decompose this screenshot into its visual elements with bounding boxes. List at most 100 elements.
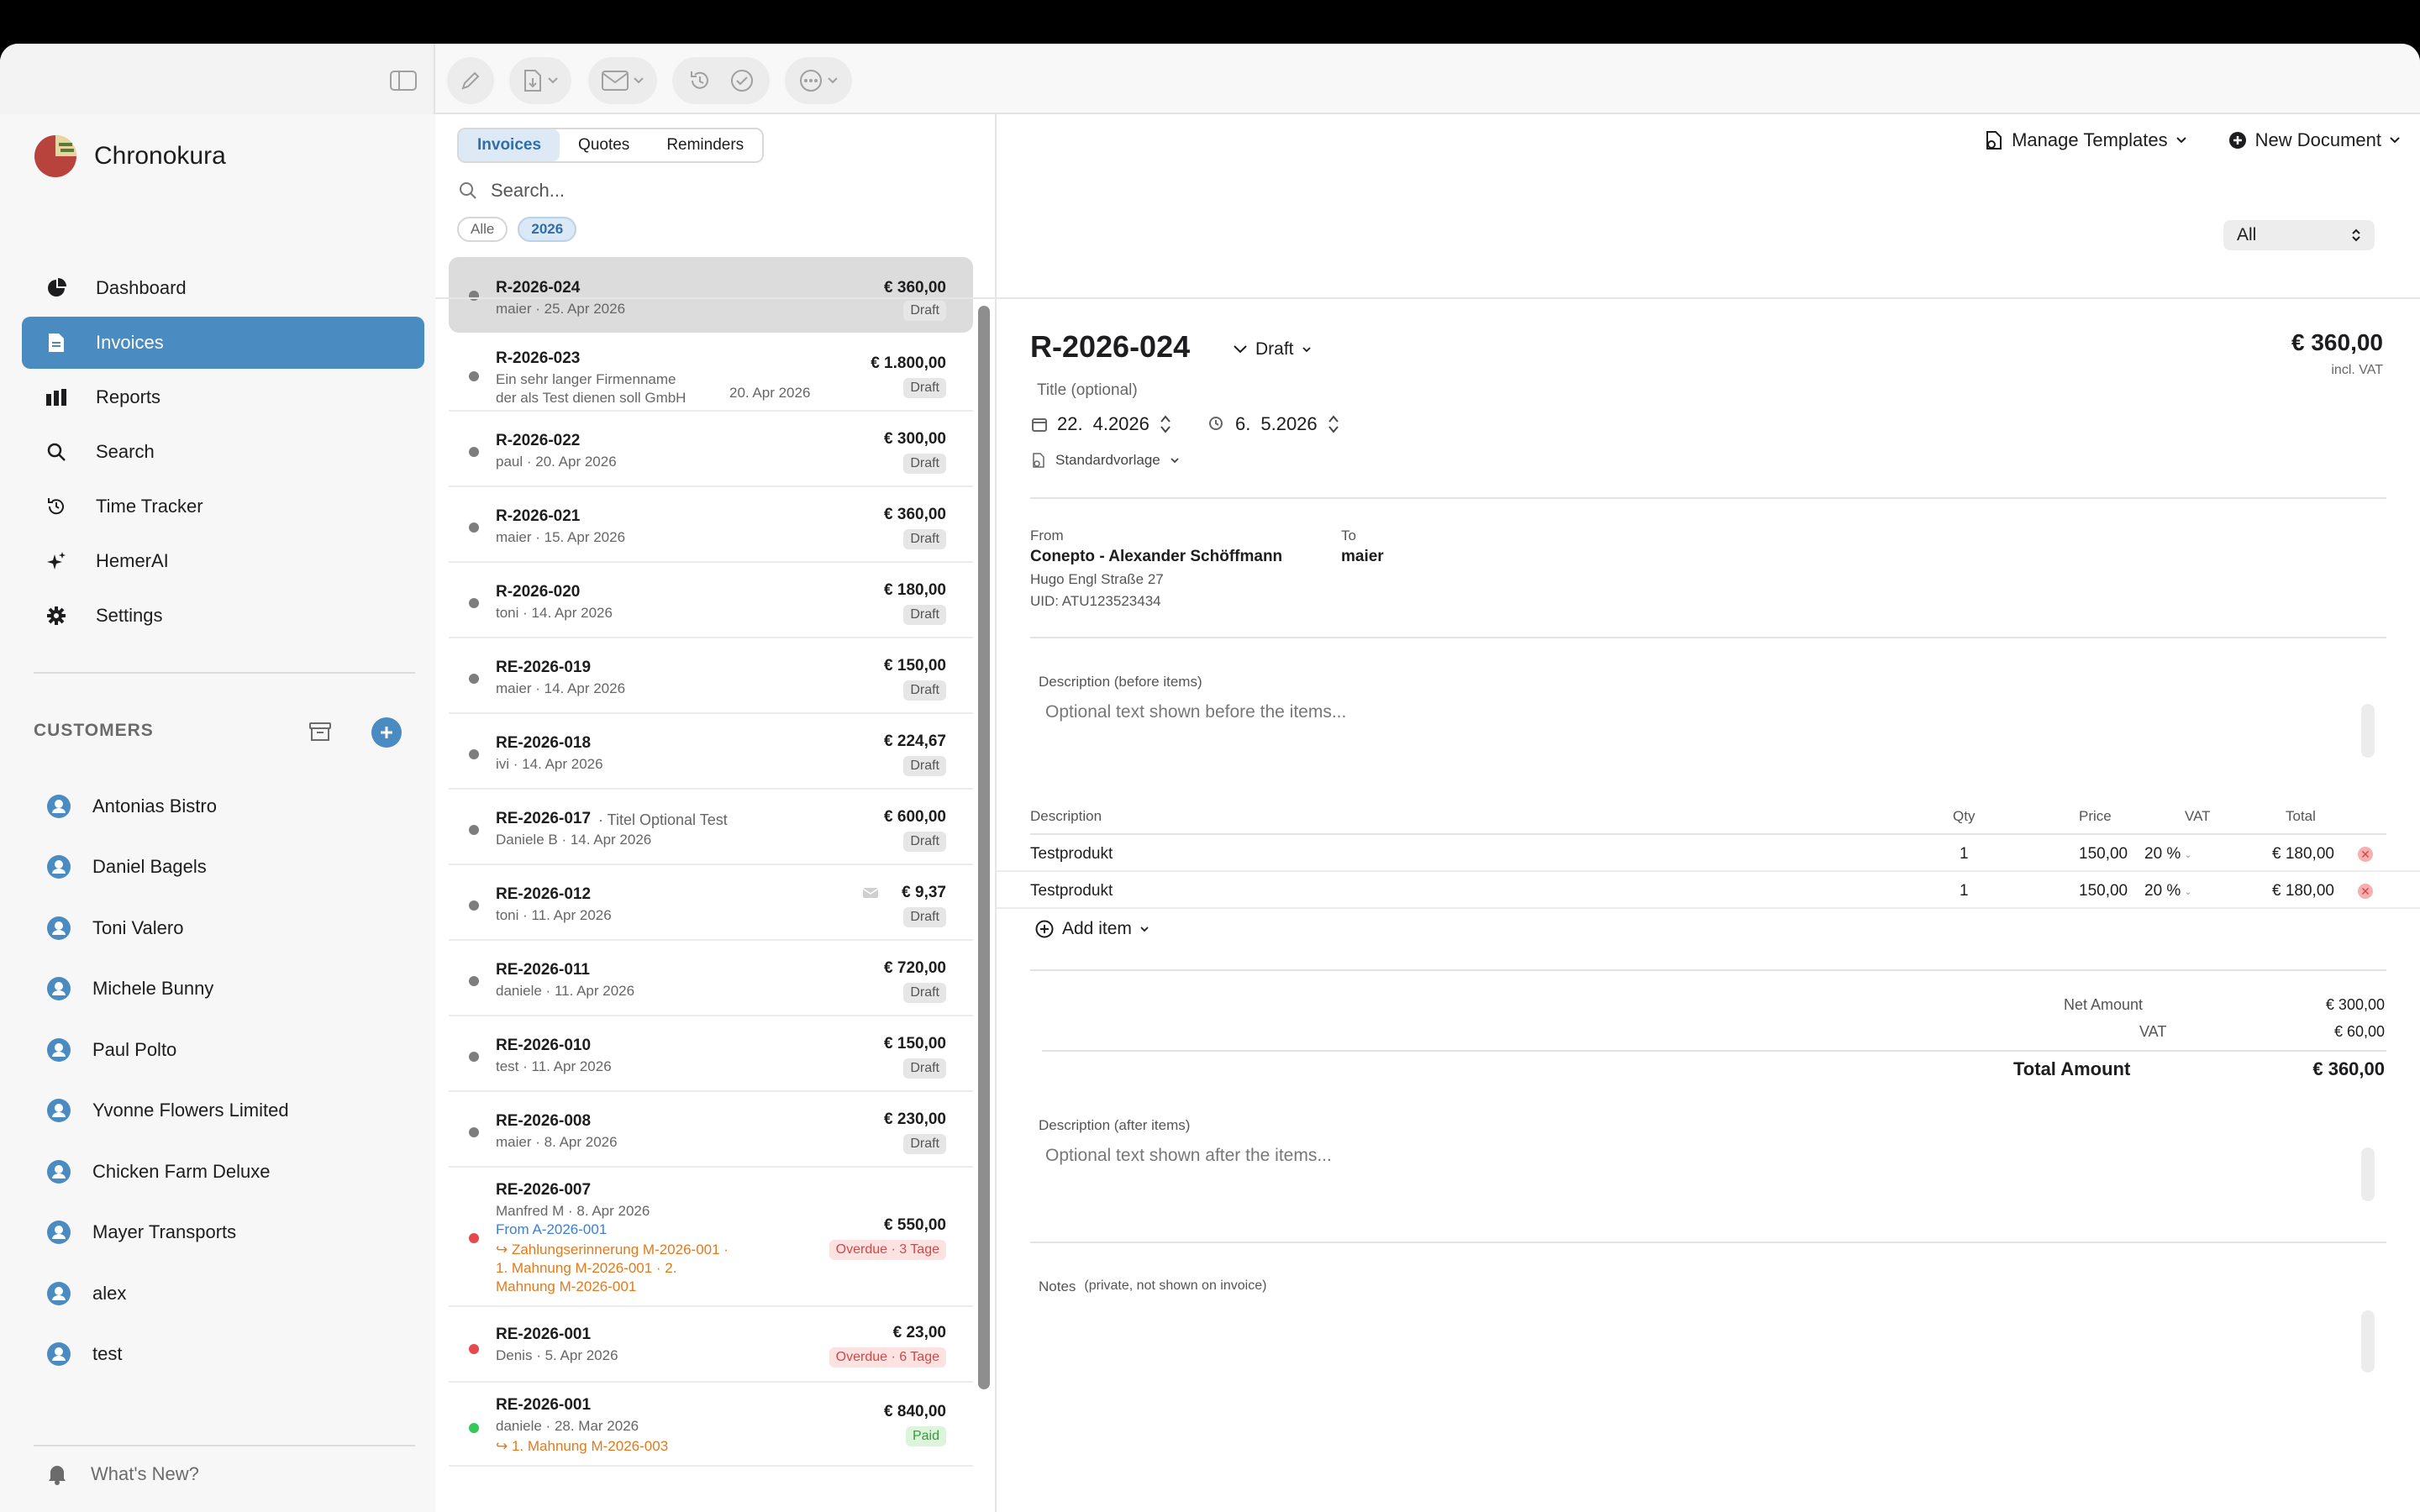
desc-before-textarea[interactable]: Optional text shown before the items...: [1045, 702, 2390, 722]
search-input[interactable]: Search...: [491, 180, 565, 202]
invoice-row[interactable]: R-2026-023 Ein sehr langer Firmenname de…: [449, 336, 973, 412]
add-customer-button[interactable]: [371, 717, 402, 748]
item-description[interactable]: Testprodukt: [1030, 845, 1113, 864]
item-price[interactable]: 150,00: [2079, 882, 2128, 900]
customer-item[interactable]: Daniel Bagels: [47, 855, 207, 879]
invoice-date-field[interactable]: 22. 4.2026: [1032, 413, 1171, 435]
nav-search[interactable]: Search: [22, 426, 424, 478]
document-type-tabs: Invoices Quotes Reminders: [457, 128, 765, 163]
item-vat-select[interactable]: 20 % ⌄: [2144, 882, 2192, 900]
remove-item-icon[interactable]: ✕: [2358, 884, 2373, 899]
list-scrollbar[interactable]: [978, 306, 990, 1389]
customer-item[interactable]: alex: [47, 1282, 126, 1305]
new-document-button[interactable]: New Document: [2228, 129, 2400, 151]
to-name[interactable]: maier: [1341, 548, 1384, 566]
invoice-number: RE-2026-001: [496, 1396, 592, 1414]
invoice-row[interactable]: RE-2026-008 maier · 8. Apr 2026 € 230,00…: [449, 1092, 973, 1168]
reminder-line[interactable]: ↪ 1. Mahnung M-2026-003: [496, 1438, 668, 1455]
invoice-row[interactable]: R-2026-022 paul · 20. Apr 2026 € 300,00 …: [449, 412, 973, 487]
invoice-row[interactable]: RE-2026-011 daniele · 11. Apr 2026 € 720…: [449, 941, 973, 1016]
customer-item[interactable]: Chicken Farm Deluxe: [47, 1160, 271, 1184]
whats-new-button[interactable]: What's New?: [47, 1463, 199, 1485]
invoice-number: RE-2026-008: [496, 1112, 592, 1130]
stepper-icon[interactable]: [1328, 413, 1339, 435]
invoice-row[interactable]: RE-2026-012 toni · 11. Apr 2026 € 9,37 D…: [449, 865, 973, 941]
invoice-row[interactable]: R-2026-021 maier · 15. Apr 2026 € 360,00…: [449, 487, 973, 563]
invoice-row[interactable]: RE-2026-007 Manfred M · 8. Apr 2026 From…: [449, 1168, 973, 1307]
invoice-number: RE-2026-011: [496, 961, 590, 979]
nav-settings[interactable]: Settings: [22, 590, 424, 642]
invoice-amount: € 23,00: [892, 1324, 946, 1341]
status-dropdown[interactable]: Draft: [1234, 339, 1311, 360]
customer-item[interactable]: Mayer Transports: [47, 1221, 236, 1244]
invoice-row[interactable]: RE-2026-010 test · 11. Apr 2026 € 150,00…: [449, 1016, 973, 1092]
invoice-row[interactable]: RE-2026-001 Denis · 5. Apr 2026 € 23,00 …: [449, 1307, 973, 1383]
nav-invoices[interactable]: Invoices: [22, 317, 424, 369]
tab-invoices[interactable]: Invoices: [459, 129, 560, 161]
archive-icon[interactable]: [309, 721, 331, 743]
customer-item[interactable]: Yvonne Flowers Limited: [47, 1099, 289, 1122]
customer-item[interactable]: Antonias Bistro: [47, 795, 217, 818]
item-vat-select[interactable]: 20 % ⌄: [2144, 845, 2192, 864]
export-menu-button[interactable]: [509, 57, 571, 104]
detail-actions: Manage Templates New Document: [1985, 129, 2400, 151]
item-description[interactable]: Testprodukt: [1030, 882, 1113, 900]
item-qty[interactable]: 1: [1960, 882, 1969, 900]
history-icon[interactable]: [688, 69, 712, 92]
customer-item[interactable]: Toni Valero: [47, 916, 183, 940]
tab-reminders[interactable]: Reminders: [648, 129, 762, 161]
invoice-row[interactable]: RE-2026-001 daniele · 28. Mar 2026 ↪ 1. …: [449, 1383, 973, 1467]
textarea-scrollbar[interactable]: [2361, 704, 2375, 758]
mail-menu-button[interactable]: [588, 57, 657, 104]
filter-chip-alle[interactable]: Alle: [457, 217, 508, 242]
tab-quotes[interactable]: Quotes: [560, 129, 648, 161]
customer-item[interactable]: Paul Polto: [47, 1038, 176, 1062]
more-menu-button[interactable]: [785, 57, 852, 104]
invoice-amount: € 550,00: [884, 1216, 946, 1234]
desc-after-textarea[interactable]: Optional text shown after the items...: [1045, 1146, 2390, 1166]
invoice-row[interactable]: R-2026-024 maier · 25. Apr 2026 € 360,00…: [449, 257, 973, 333]
nav-time-tracker[interactable]: Time Tracker: [22, 480, 424, 533]
status-badge: Draft: [903, 378, 946, 398]
invoice-row[interactable]: R-2026-020 toni · 14. Apr 2026 € 180,00 …: [449, 563, 973, 638]
add-item-button[interactable]: Add item: [1035, 919, 1149, 939]
due-clock-icon: [1209, 417, 1223, 430]
check-icon[interactable]: [730, 69, 754, 92]
manage-templates-button[interactable]: Manage Templates: [1985, 129, 2186, 151]
textarea-scrollbar[interactable]: [2361, 1147, 2375, 1201]
nav-hemerai[interactable]: HemerAI: [22, 535, 424, 587]
customer-name: Yvonne Flowers Limited: [92, 1100, 289, 1121]
pencil-icon[interactable]: [447, 57, 494, 104]
template-select[interactable]: Standardvorlage: [1032, 452, 1179, 469]
invoice-row[interactable]: RE-2026-017 · Titel Optional Test Daniel…: [449, 790, 973, 865]
stepper-icon[interactable]: [1160, 413, 1171, 435]
source-quote-link[interactable]: From A-2026-001: [496, 1221, 607, 1238]
invoice-row[interactable]: RE-2026-018 ivi · 14. Apr 2026 € 224,67 …: [449, 714, 973, 790]
sidebar-toggle-icon[interactable]: [375, 57, 432, 104]
table-row: Testprodukt 1 150,00 20 % ⌄ € 180,00 ✕: [997, 872, 2420, 909]
mail-icon: [602, 71, 629, 91]
filter-chip-2026[interactable]: 2026: [518, 217, 577, 242]
status-filter-select[interactable]: All: [2223, 220, 2375, 250]
item-price[interactable]: 150,00: [2079, 845, 2128, 864]
invoice-row[interactable]: RE-2026-019 maier · 14. Apr 2026 € 150,0…: [449, 638, 973, 714]
invoice-amount: € 600,00: [884, 808, 946, 826]
nav-dashboard[interactable]: Dashboard: [22, 262, 424, 314]
person-icon: [47, 795, 71, 818]
nav-reports[interactable]: Reports: [22, 371, 424, 423]
reminder-line[interactable]: ↪ Zahlungserinnerung M-2026-001 ·: [496, 1242, 729, 1258]
due-date-field[interactable]: 6. 5.2026: [1208, 413, 1339, 435]
textarea-scrollbar[interactable]: [2361, 1310, 2375, 1373]
customer-item[interactable]: Michele Bunny: [47, 977, 213, 1000]
title-input[interactable]: Title (optional): [1037, 381, 1138, 400]
status-badge: Draft: [903, 1058, 946, 1079]
customer-item[interactable]: test: [47, 1342, 122, 1366]
chevron-down-icon: [1140, 926, 1149, 932]
remove-item-icon[interactable]: ✕: [2358, 847, 2373, 862]
search-bar[interactable]: Search...: [459, 180, 565, 202]
item-qty[interactable]: 1: [1960, 845, 1969, 864]
reminder-line[interactable]: Mahnung M-2026-001: [496, 1278, 636, 1295]
notes-textarea[interactable]: [1034, 1302, 2378, 1394]
reminder-line[interactable]: 1. Mahnung M-2026-001 · 2.: [496, 1260, 676, 1277]
invoice-number: R-2026-024: [496, 279, 581, 297]
